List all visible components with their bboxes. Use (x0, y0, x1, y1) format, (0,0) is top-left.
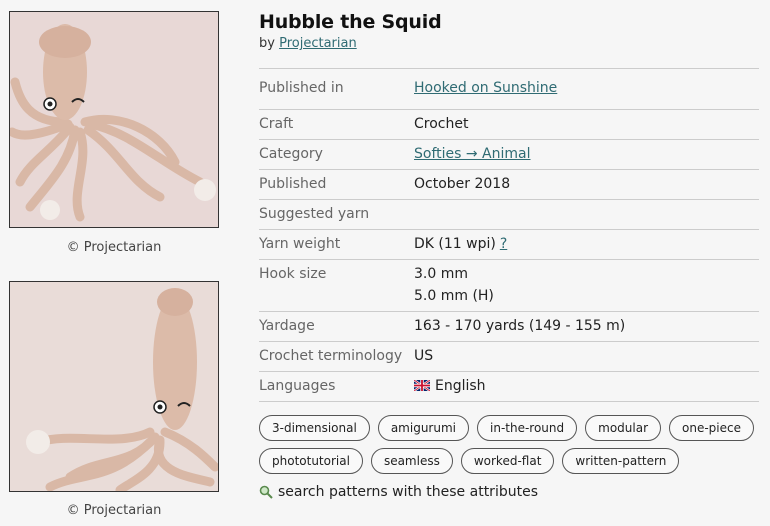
row-published: Published October 2018 (259, 170, 759, 200)
row-yarn-weight: Yarn weight DK (11 wpi)? (259, 230, 759, 260)
pattern-title: Hubble the Squid (259, 11, 442, 33)
row-published-in: Published in Hooked on Sunshine (259, 69, 759, 110)
photo-credit-1: © Projectarian (66, 240, 162, 255)
uk-flag-icon (414, 380, 430, 391)
row-suggested-yarn: Suggested yarn (259, 200, 759, 230)
craft-label: Craft (259, 116, 294, 132)
tag-phototutorial[interactable]: phototutorial (259, 448, 363, 474)
row-category: Category Softies → Animal (259, 140, 759, 170)
craft-value: Crochet (414, 116, 469, 132)
tag-seamless[interactable]: seamless (370, 448, 453, 474)
tag-worked-flat[interactable]: worked-flat (460, 448, 555, 474)
tag-modular[interactable]: modular (585, 415, 662, 441)
row-terminology: Crochet terminology US (259, 342, 759, 372)
row-hook-size: Hook size 3.0 mm 5.0 mm (H) (259, 260, 759, 312)
yardage-value: 163 - 170 yards (149 - 155 m) (414, 318, 626, 334)
category-link[interactable]: Softies → Animal (414, 146, 531, 162)
suggested-yarn-label: Suggested yarn (259, 206, 370, 222)
yarn-weight-help-link[interactable]: ? (500, 236, 507, 252)
published-value: October 2018 (414, 176, 511, 192)
terminology-label: Crochet terminology (259, 348, 403, 364)
search-attributes-label[interactable]: search patterns with these attributes (278, 484, 538, 500)
magnifier-icon (259, 485, 273, 499)
row-craft: Craft Crochet (259, 110, 759, 140)
hook-size-label: Hook size (259, 266, 327, 282)
languages-value: English (435, 378, 486, 394)
pattern-details: Hubble the Squid by Projectarian Publish… (259, 8, 759, 500)
search-attributes-link[interactable]: search patterns with these attributes (259, 484, 759, 500)
hook-size-value-1: 3.0 mm (414, 266, 468, 282)
pattern-photo-1[interactable] (9, 11, 219, 228)
attribute-tags: 3-dimensional amigurumi in-the-round mod… (259, 415, 759, 474)
details-table: Published in Hooked on Sunshine Craft Cr… (259, 68, 759, 402)
row-languages: Languages English (259, 372, 759, 402)
designer-link[interactable]: Projectarian (279, 36, 357, 51)
yarn-weight-label: Yarn weight (259, 236, 341, 252)
tag-3-dimensional[interactable]: 3-dimensional (259, 415, 370, 441)
tag-written-pattern[interactable]: written-pattern (562, 448, 680, 474)
photo-credit-2: © Projectarian (66, 503, 162, 518)
yarn-weight-value: DK (11 wpi) (414, 236, 496, 252)
tag-in-the-round[interactable]: in-the-round (477, 415, 578, 441)
published-label: Published (259, 176, 327, 192)
yardage-label: Yardage (259, 318, 315, 334)
publication-link[interactable]: Hooked on Sunshine (414, 80, 557, 96)
tag-one-piece[interactable]: one-piece (669, 415, 754, 441)
byline: by Projectarian (259, 36, 759, 51)
pattern-photo-2[interactable] (9, 281, 219, 492)
hook-size-value-2: 5.0 mm (H) (414, 288, 494, 304)
suggested-yarn-value (414, 203, 759, 225)
terminology-value: US (414, 348, 434, 364)
category-label: Category (259, 146, 323, 162)
by-label: by (259, 36, 275, 51)
languages-label: Languages (259, 378, 336, 394)
published-in-label: Published in (259, 80, 344, 96)
row-yardage: Yardage 163 - 170 yards (149 - 155 m) (259, 312, 759, 342)
tag-amigurumi[interactable]: amigurumi (377, 415, 469, 441)
